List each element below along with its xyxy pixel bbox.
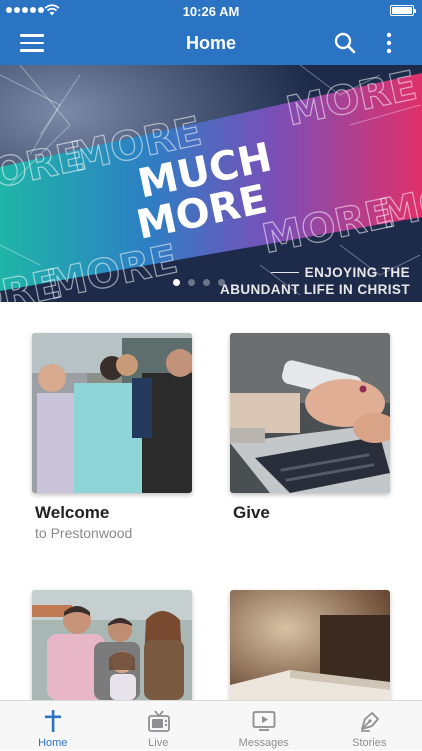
- tv-icon: [147, 709, 171, 733]
- search-icon[interactable]: [333, 31, 357, 55]
- cross-icon: [41, 709, 65, 733]
- bible-card[interactable]: [230, 590, 390, 700]
- tab-stories-label: Stories: [317, 737, 422, 749]
- more-options-icon[interactable]: [381, 31, 397, 55]
- give-card-title: Give: [233, 503, 390, 523]
- carousel-page-indicator[interactable]: [173, 279, 225, 286]
- tab-home-label: Home: [0, 737, 106, 749]
- give-photo: [230, 333, 390, 493]
- give-card[interactable]: Give: [230, 333, 390, 523]
- tab-live[interactable]: Live: [106, 701, 212, 751]
- tab-messages[interactable]: Messages: [211, 701, 317, 751]
- welcome-card[interactable]: Welcome to Prestonwood: [32, 333, 192, 541]
- welcome-card-subtitle: to Prestonwood: [35, 525, 192, 541]
- hero-tagline: ENJOYING THE ABUNDANT LIFE IN CHRIST: [220, 264, 410, 298]
- bible-photo: [230, 590, 390, 700]
- hero-banner[interactable]: MORE MORE MORE MORE MORE MORE MORE MUCH …: [0, 65, 422, 302]
- welcome-photo: [32, 333, 192, 493]
- status-time: 10:26 AM: [0, 4, 422, 19]
- tab-home[interactable]: Home: [0, 701, 106, 751]
- carousel-dot-active[interactable]: [173, 279, 180, 286]
- family-photo: [32, 590, 192, 700]
- carousel-dot[interactable]: [188, 279, 195, 286]
- status-bar: 10:26 AM: [0, 0, 422, 22]
- carousel-dot[interactable]: [203, 279, 210, 286]
- play-screen-icon: [252, 709, 276, 733]
- welcome-card-title: Welcome: [35, 503, 192, 523]
- page-title: Home: [0, 33, 422, 54]
- tab-stories[interactable]: Stories: [317, 701, 422, 751]
- tab-messages-label: Messages: [211, 737, 317, 749]
- carousel-dot[interactable]: [218, 279, 225, 286]
- navigation-bar: Home: [0, 22, 422, 65]
- pen-nib-icon: [358, 709, 382, 733]
- battery-icon: [390, 5, 414, 16]
- family-card[interactable]: [32, 590, 192, 700]
- tab-live-label: Live: [106, 737, 212, 749]
- tab-bar: Home Live Messages Stories: [0, 700, 422, 750]
